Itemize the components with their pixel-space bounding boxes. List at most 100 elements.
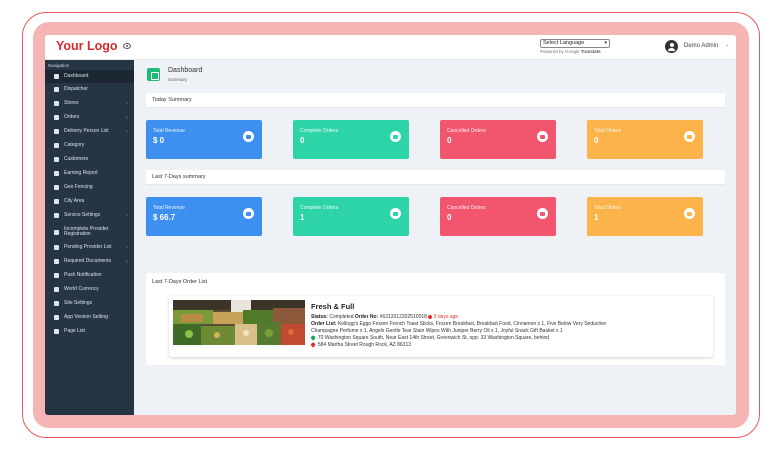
card-value: 0 xyxy=(594,136,599,145)
order-list-line-1: Order List: Kellogg's Eggo Frozen French… xyxy=(311,321,606,327)
dropoff-address-line: 584 Martha Street Rough Rock, AZ 86313 xyxy=(310,342,412,348)
week-summary-header: Last 7-Days summary xyxy=(146,170,725,184)
sidebar-item-app-version-setting[interactable]: App Version Setting xyxy=(45,311,134,324)
money-icon xyxy=(243,131,254,142)
bell-icon xyxy=(54,273,59,278)
chevron-down-icon[interactable]: ⌄ xyxy=(725,42,729,48)
sidebar-item-customers[interactable]: Customers xyxy=(45,153,134,166)
order-status-line: Status: Completed Order No: #63133122025… xyxy=(311,314,458,320)
today-total-card[interactable]: Total Orders 0 xyxy=(587,120,703,159)
sidebar-item-label: Required Documents xyxy=(64,257,111,264)
order-list-line-2: Champagne Perfume x 1, Angels Gentle Tea… xyxy=(311,328,563,334)
avatar[interactable] xyxy=(665,40,678,53)
nav-heading: Navigation xyxy=(48,63,70,68)
card-label: Cancelled Orders xyxy=(447,128,486,134)
sidebar-item-incomplete-provider-registration[interactable]: Incomplete Provider Registration xyxy=(45,224,134,240)
box-icon xyxy=(390,208,401,219)
powered-by-label: Powered by xyxy=(540,49,564,54)
sidebar-item-label: Delivery Person List xyxy=(64,127,109,134)
sidebar-item-label: Service Settings xyxy=(64,211,101,218)
chevron-down-icon: ▾ xyxy=(604,40,607,46)
week-cancelled-card[interactable]: Cancelled Orders 0 xyxy=(440,197,556,236)
sidebar-item-label: Earning Report xyxy=(64,169,98,176)
dropoff-address: 584 Martha Street Rough Rock, AZ 86313 xyxy=(317,342,412,348)
store-icon xyxy=(54,101,59,106)
box-icon xyxy=(390,131,401,142)
week-revenue-card[interactable]: Total Revenue $ 66.7 xyxy=(146,197,262,236)
sidebar-item-label: Incomplete Provider Registration xyxy=(64,225,109,237)
sidebar-item-pending-provider-list[interactable]: Pending Provider List › xyxy=(45,241,134,254)
user-x-icon xyxy=(54,229,59,235)
city-icon xyxy=(54,199,59,204)
pending-icon xyxy=(54,245,59,250)
money-icon xyxy=(54,287,59,292)
sidebar-item-world-currency[interactable]: World Currency xyxy=(45,283,134,296)
store-name[interactable]: Fresh & Full xyxy=(311,302,354,311)
sidebar-item-dispatcher[interactable]: Dispatcher xyxy=(45,83,134,96)
app-window: Your Logo Select Language ▾ Powered by G… xyxy=(45,35,736,415)
cog-icon xyxy=(54,301,59,306)
pickup-address-line: 70 Washington Square South, Near East 14… xyxy=(310,335,550,341)
powered-by: Powered by Google Translate xyxy=(540,49,601,54)
sidebar-item-label: Pending Provider List xyxy=(64,243,112,250)
chevron-right-icon: › xyxy=(126,212,128,219)
sidebar-item-site-settings[interactable]: Site Settings xyxy=(45,297,134,310)
tags-icon xyxy=(684,131,695,142)
language-select-label: Select Language xyxy=(543,40,585,46)
users-icon xyxy=(54,157,59,162)
sidebar-item-service-settings[interactable]: Service Settings › xyxy=(45,209,134,222)
sidebar-item-dashboard[interactable]: Dashboard xyxy=(45,70,134,83)
card-label: Complete Orders xyxy=(300,205,339,211)
logo[interactable]: Your Logo xyxy=(56,39,118,53)
order-card[interactable]: Fresh & Full Status: Completed Order No:… xyxy=(169,296,713,357)
sidebar-item-orders[interactable]: Orders › xyxy=(45,111,134,124)
language-select[interactable]: Select Language ▾ xyxy=(540,39,610,48)
sidebar-item-label: Category xyxy=(64,141,85,148)
app-icon xyxy=(54,315,59,320)
sidebar-item-label: Push Notification xyxy=(64,271,102,278)
sidebar-item-category[interactable]: Category xyxy=(45,139,134,152)
sidebar-item-stores[interactable]: Stores › xyxy=(45,97,134,110)
money-icon xyxy=(243,208,254,219)
order-no-label: Order No: xyxy=(354,314,379,320)
dropoff-pin-icon xyxy=(310,342,316,348)
bag-icon xyxy=(54,115,59,120)
cart-icon xyxy=(537,131,548,142)
sidebar-item-label: City Area xyxy=(64,197,85,204)
order-number: #6313312202510018 xyxy=(379,314,427,320)
pickup-address: 70 Washington Square South, Near East 14… xyxy=(317,335,550,341)
sidebar-item-label: Geo Fencing xyxy=(64,183,93,190)
translate-link[interactable]: Translate xyxy=(581,49,601,54)
chevron-right-icon: › xyxy=(126,128,128,135)
week-total-card[interactable]: Total Orders 1 xyxy=(587,197,703,236)
sidebar-item-label: Customers xyxy=(64,155,89,162)
sidebar-item-earning-report[interactable]: Earning Report xyxy=(45,167,134,180)
sidebar-item-geo-fencing[interactable]: Geo Fencing xyxy=(45,181,134,194)
eye-icon[interactable] xyxy=(123,43,131,49)
week-complete-card[interactable]: Complete Orders 1 xyxy=(293,197,409,236)
produce-market-image xyxy=(173,300,305,345)
sidebar-item-required-documents[interactable]: Required Documents › xyxy=(45,255,134,268)
clock-icon xyxy=(428,314,433,319)
sidebar-item-city-area[interactable]: City Area xyxy=(45,195,134,208)
status-label: Status: xyxy=(311,314,328,320)
home-icon xyxy=(54,74,59,79)
today-cancelled-card[interactable]: Cancelled Orders 0 xyxy=(440,120,556,159)
order-list-panel: Last 7-Days Order List Fresh & Full Stat… xyxy=(146,273,725,365)
sidebar-item-label: Orders xyxy=(64,113,80,120)
sidebar-item-push-notification[interactable]: Push Notification xyxy=(45,269,134,282)
today-revenue-card[interactable]: Total Revenue $ 0 xyxy=(146,120,262,159)
chevron-right-icon: › xyxy=(126,244,128,251)
order-items-text: Kellogg's Eggo Frozen French Toast Stick… xyxy=(337,321,607,327)
user-name[interactable]: Demo Admin xyxy=(684,43,718,49)
today-complete-card[interactable]: Complete Orders 0 xyxy=(293,120,409,159)
sidebar-item-page-list[interactable]: Page List xyxy=(45,325,134,338)
card-value: 0 xyxy=(447,213,452,222)
card-label: Total Orders xyxy=(594,128,622,134)
document-icon xyxy=(54,259,59,264)
sidebar-item-delivery-person-list[interactable]: Delivery Person List › xyxy=(45,125,134,138)
panel-title: Last 7-Days Order List xyxy=(152,279,208,285)
sidebar-item-label: Dispatcher xyxy=(64,85,88,92)
truck-icon xyxy=(54,129,59,134)
order-status: Completed xyxy=(329,314,354,320)
